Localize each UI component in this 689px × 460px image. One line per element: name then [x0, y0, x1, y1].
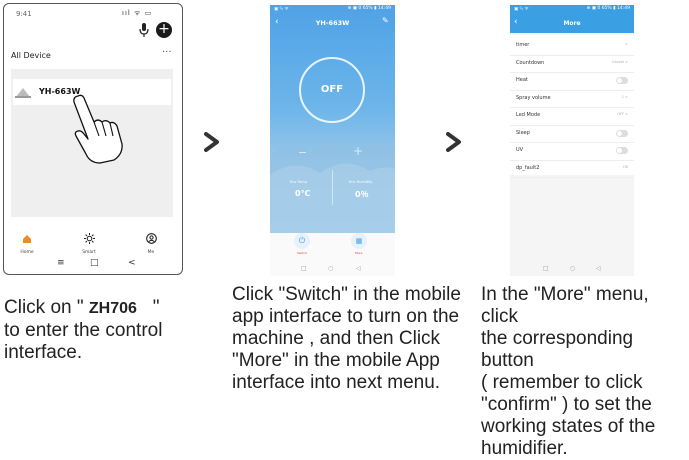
- setting-value: Cancel >: [612, 59, 628, 64]
- microphone-icon[interactable]: [137, 22, 151, 38]
- menu-icon[interactable]: ≡: [57, 258, 65, 268]
- heat-toggle[interactable]: [616, 77, 628, 84]
- env-humidity-label: Env Humidity: [349, 180, 373, 184]
- more-title: More: [563, 20, 581, 27]
- setting-label: Countdown: [516, 59, 545, 66]
- all-device-header: All Device: [11, 51, 51, 60]
- caption-2-line: app interface to turn on the: [232, 306, 460, 327]
- setting-row-sleep: Sleep: [510, 125, 634, 143]
- nav-smart[interactable]: Smart: [74, 229, 104, 255]
- caption-text: Click on ": [4, 297, 89, 318]
- setting-value: 1 >: [621, 94, 628, 99]
- status-icons: ııl ᯤ ▭: [122, 9, 153, 17]
- more-options-icon[interactable]: ···: [162, 47, 172, 58]
- phone-more-screen: ▣ ⁰ᵢₗ ᯤ ⊛ ▣ 0 65% ▮ 14:49 ‹ More timer > …: [510, 5, 634, 276]
- caption-2-line: machine , and then Click: [232, 328, 441, 349]
- setting-row-fault: dp_fault2 OK: [510, 160, 634, 178]
- setting-label: timer: [516, 42, 530, 48]
- setting-value: >: [625, 42, 628, 46]
- increase-button[interactable]: +: [353, 144, 363, 158]
- uv-toggle[interactable]: [616, 147, 628, 154]
- more-button[interactable]: ▦: [351, 233, 367, 249]
- chevron-right-icon: [446, 132, 461, 152]
- divider: [332, 170, 333, 205]
- recent-apps-icon[interactable]: □: [301, 265, 307, 272]
- nav-home-label: Home: [20, 250, 34, 255]
- status-left: ▣ ⁰ᵢₗ ᯤ: [514, 7, 529, 12]
- setting-label: Led Mode: [516, 112, 541, 118]
- setting-value: OK: [622, 164, 628, 169]
- caption-text: ": [136, 297, 160, 318]
- caption-3-line: In the "More" menu, click: [481, 284, 649, 327]
- caption-2-line: Click "Switch" in the mobile: [232, 284, 461, 305]
- caption-3-line: the corresponding button: [481, 328, 634, 371]
- status-bar: ▣ ⁰ᵢₗ ᯤ ⊛ ▣ 0 65% ▮ 14:49: [514, 6, 630, 12]
- caption-3-line: "confirm" ) to set the: [481, 394, 652, 415]
- caption-step-2: Click "Switch" in the mobile app interfa…: [232, 284, 472, 394]
- back-triangle-icon[interactable]: ◁: [356, 265, 361, 272]
- caption-3-line: humidifier.: [481, 438, 568, 459]
- setting-label: dp_fault2: [516, 164, 540, 171]
- setting-label: Spray volume: [516, 94, 551, 101]
- switch-button[interactable]: ⏻: [294, 233, 310, 249]
- env-temp-value: 0℃: [295, 189, 311, 198]
- setting-row-uv: UV: [510, 142, 634, 161]
- setting-row-timer[interactable]: timer >: [510, 37, 634, 56]
- chevron-right-icon: [204, 132, 219, 152]
- caption-3-line: working states of the: [481, 416, 656, 437]
- home-circle-icon[interactable]: ○: [328, 265, 333, 272]
- sleep-toggle[interactable]: [616, 129, 628, 137]
- env-humidity-value: 0％: [355, 190, 369, 199]
- pointing-hand-icon: [73, 94, 123, 164]
- sun-icon: [83, 233, 95, 244]
- back-icon[interactable]: <: [128, 258, 136, 268]
- caption-1-line-2: to enter the control: [4, 320, 163, 341]
- setting-row-heat: Heat: [510, 72, 634, 91]
- caption-step-1: Click on " ZH706 " to enter the control …: [4, 297, 204, 364]
- env-temp-label: Env Temp: [290, 180, 307, 184]
- caption-step-3: In the "More" menu, click the correspond…: [481, 284, 689, 460]
- humidifier-icon: [15, 88, 31, 98]
- home-icon: [23, 235, 31, 243]
- profile-icon: [145, 233, 157, 244]
- status-right: ⊛ ▣ 0 65% ▮ 14:49: [347, 6, 391, 11]
- setting-row-led-mode[interactable]: Led Mode OFF >: [510, 107, 634, 126]
- decrease-button[interactable]: −: [298, 146, 307, 159]
- setting-label: Heat: [516, 77, 528, 83]
- setting-value: OFF >: [617, 112, 628, 116]
- edit-icon[interactable]: ✎: [382, 16, 389, 25]
- setting-label: Sleep: [516, 129, 530, 136]
- status-left: ▣ ⁰ᵢₗ ᯤ: [274, 7, 289, 12]
- caption-3-line: ( remember to click: [481, 372, 643, 393]
- home-circle-icon[interactable]: ○: [570, 265, 575, 272]
- status-time: 9:41: [16, 10, 32, 18]
- caption-2-line: "More" in the mobile App: [232, 350, 440, 371]
- nav-me-label: Me: [147, 250, 155, 255]
- phone-control-screen: ▣ ⁰ᵢₗ ᯤ ⊛ ▣ 0 65% ▮ 14:49 ‹ YH-663W ✎ OFF…: [270, 5, 395, 276]
- nav-me[interactable]: Me: [136, 229, 166, 255]
- caption-2-line: interface into next menu.: [232, 372, 441, 393]
- caption-1-line-3: interface.: [4, 342, 83, 363]
- recent-apps-icon[interactable]: □: [543, 265, 549, 272]
- status-bar: ▣ ⁰ᵢₗ ᯤ ⊛ ▣ 0 65% ▮ 14:49: [274, 6, 391, 12]
- caption-1-line-1: Click on " ZH706 ": [4, 297, 204, 320]
- setting-row-countdown[interactable]: Countdown Cancel >: [510, 55, 634, 73]
- home-square-icon[interactable]: □: [90, 258, 99, 268]
- nav-smart-label: Smart: [82, 250, 96, 255]
- power-state: OFF: [320, 84, 344, 95]
- status-right: ⊛ ▣ 0 65% ▮ 14:49: [586, 6, 630, 11]
- nav-home[interactable]: Home: [12, 229, 42, 255]
- more-label: More: [355, 251, 363, 255]
- phone-device-list: 9:41 ııl ᯤ ▭ + All Device ··· YH-663W Ho…: [3, 3, 183, 275]
- switch-label: Switch: [297, 251, 307, 255]
- setting-label: UV: [516, 147, 524, 153]
- device-title: YH-663W: [315, 19, 350, 27]
- back-triangle-icon[interactable]: ◁: [596, 265, 601, 272]
- add-device-button[interactable]: +: [156, 22, 172, 38]
- device-code: ZH706: [88, 300, 137, 317]
- setting-row-spray-volume[interactable]: Spray volume 1 >: [510, 90, 634, 108]
